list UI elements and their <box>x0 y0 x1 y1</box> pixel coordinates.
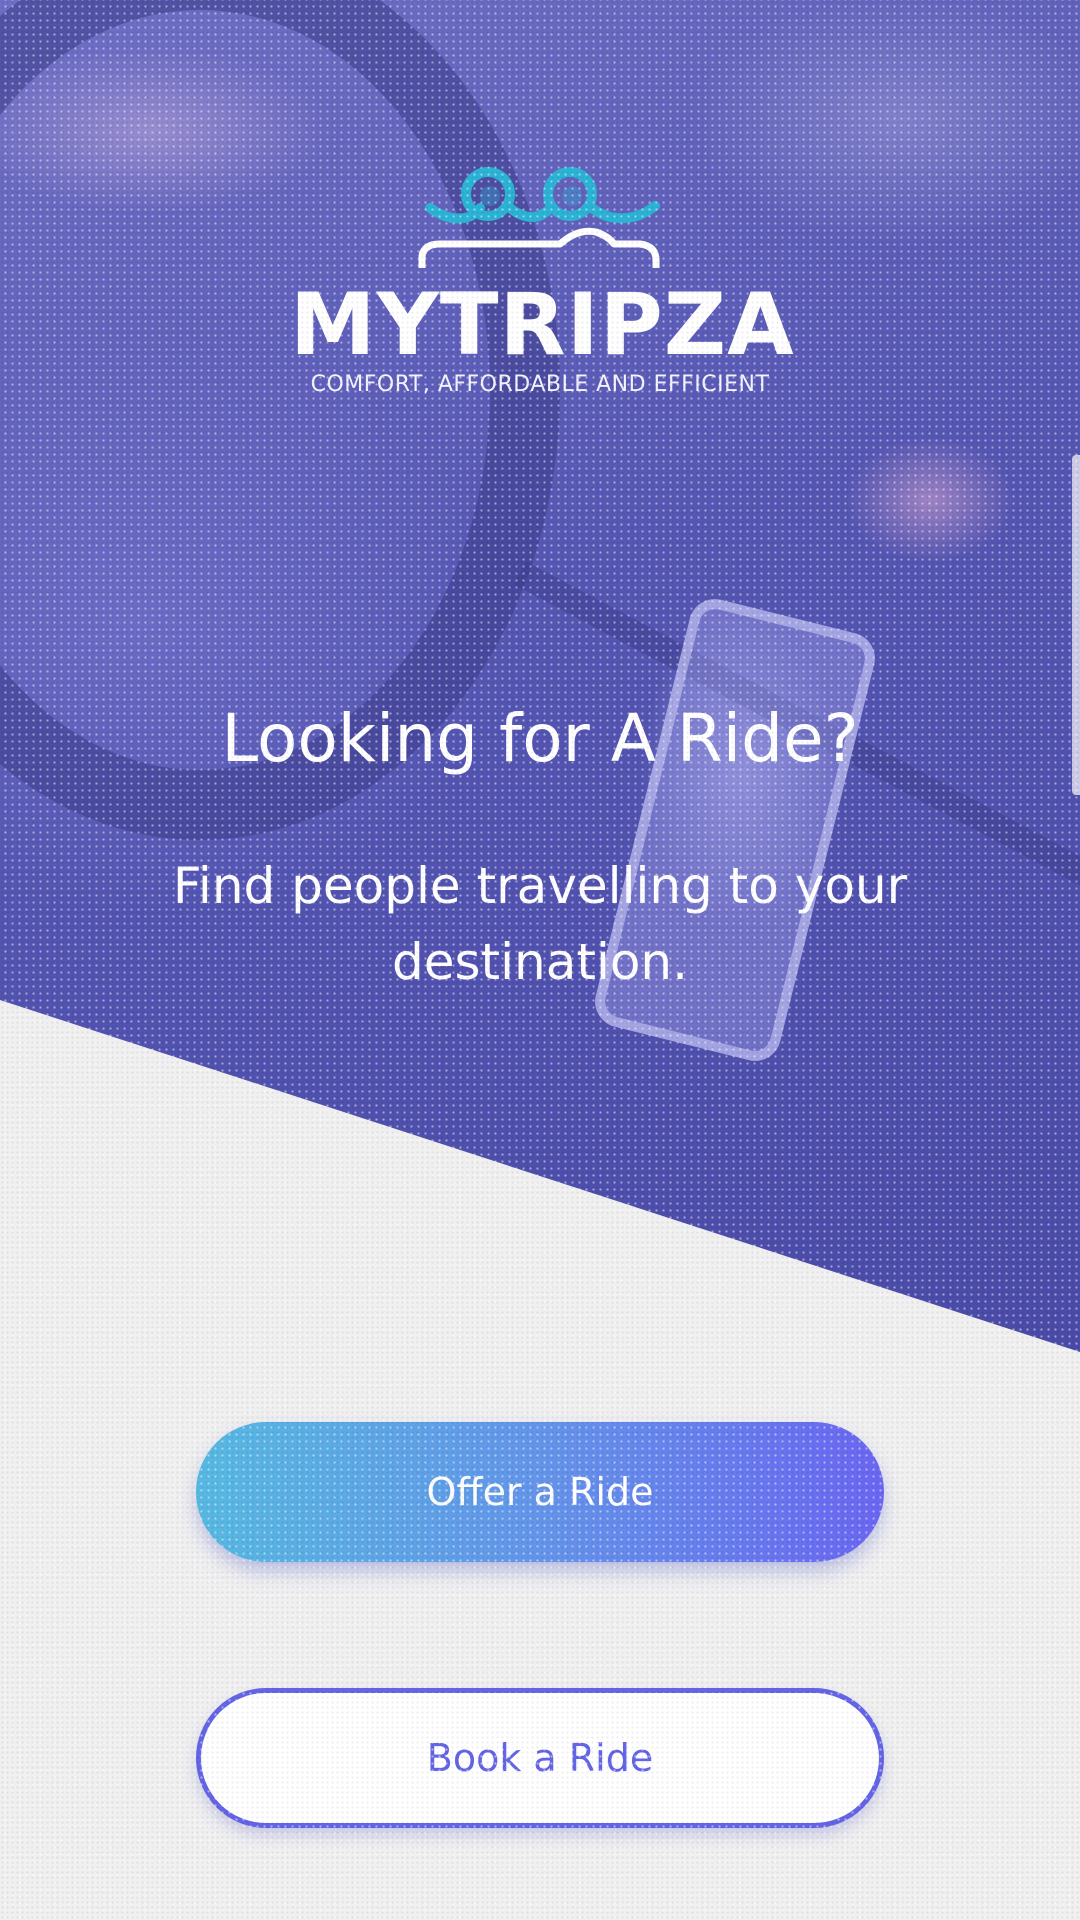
brand-logo: MYTRIPZA COMFORT, AFFORDABLE AND EFFICIE… <box>290 160 795 397</box>
book-ride-label: Book a Ride <box>426 1736 654 1780</box>
brand-tagline: COMFORT, AFFORDABLE AND EFFICIENT <box>310 372 770 397</box>
book-ride-button[interactable]: Book a Ride <box>196 1688 884 1828</box>
edge-panel-handle[interactable] <box>1072 455 1080 795</box>
offer-ride-label: Offer a Ride <box>426 1470 654 1514</box>
welcome-screen: MYTRIPZA COMFORT, AFFORDABLE AND EFFICIE… <box>0 0 1080 1920</box>
hero-title: Looking for A Ride? <box>221 700 859 777</box>
brand-name: MYTRIPZA <box>290 275 795 375</box>
car-with-passengers-logo-icon <box>418 167 660 268</box>
offer-ride-button[interactable]: Offer a Ride <box>196 1422 884 1562</box>
hero-subtitle: Find people travelling to your destinati… <box>172 857 908 991</box>
